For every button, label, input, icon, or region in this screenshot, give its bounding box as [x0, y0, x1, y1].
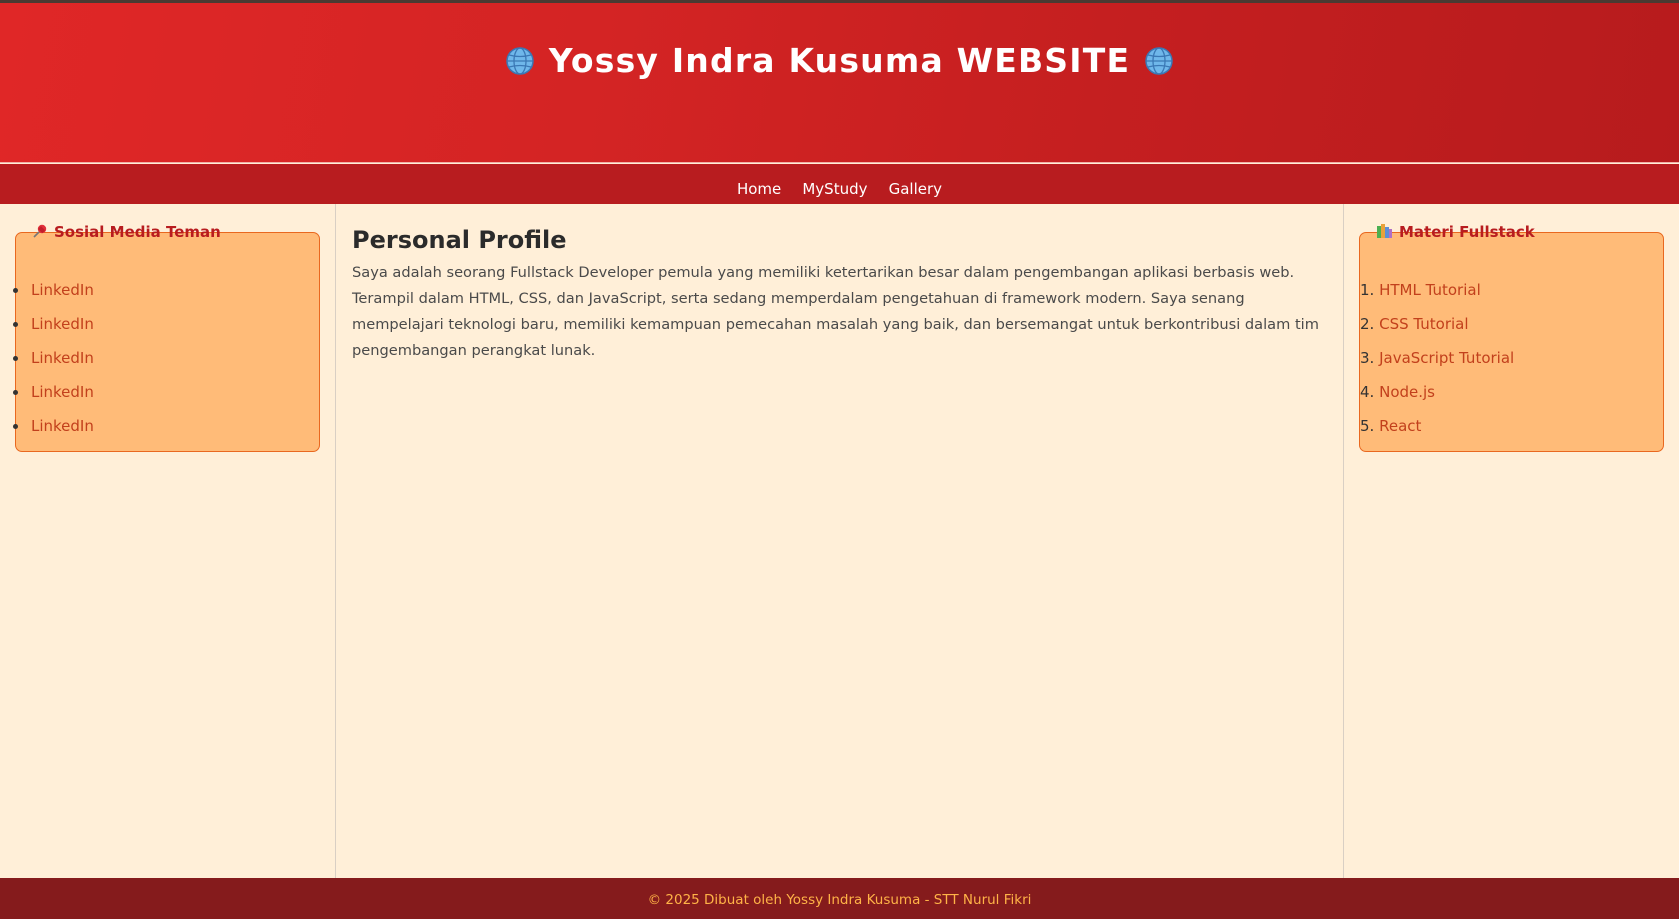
- list-number: 5.: [1360, 417, 1375, 435]
- linkedin-link[interactable]: LinkedIn: [31, 417, 94, 435]
- main-nav: Home MyStudy Gallery: [0, 164, 1679, 204]
- site-header: Yossy Indra Kusuma WEBSITE: [0, 3, 1679, 163]
- list-item: LinkedIn: [13, 341, 94, 375]
- fullstack-material-panel: Materi Fullstack 1. HTML Tutorial 2. CSS…: [1359, 223, 1664, 452]
- list-bullet: [13, 356, 18, 361]
- list-number: 4.: [1360, 383, 1375, 401]
- left-sidebar: Sosial Media Teman LinkedIn LinkedIn Lin…: [0, 204, 336, 878]
- list-bullet: [13, 322, 18, 327]
- right-sidebar: Materi Fullstack 1. HTML Tutorial 2. CSS…: [1343, 204, 1679, 878]
- social-media-title-text: Sosial Media Teman: [54, 223, 221, 241]
- html-tutorial-link[interactable]: HTML Tutorial: [1379, 281, 1481, 299]
- linkedin-link[interactable]: LinkedIn: [31, 281, 94, 299]
- list-bullet: [13, 288, 18, 293]
- list-item: LinkedIn: [13, 307, 94, 341]
- page: Yossy Indra Kusuma WEBSITE Home MyStudy …: [0, 0, 1679, 919]
- javascript-tutorial-link[interactable]: JavaScript Tutorial: [1379, 349, 1514, 367]
- list-number: 3.: [1360, 349, 1375, 367]
- nodejs-link[interactable]: Node.js: [1379, 383, 1435, 401]
- list-item: 2. CSS Tutorial: [1360, 307, 1514, 341]
- globe-icon: [1144, 45, 1174, 84]
- linkedin-link[interactable]: LinkedIn: [31, 349, 94, 367]
- list-number: 2.: [1360, 315, 1375, 333]
- css-tutorial-link[interactable]: CSS Tutorial: [1379, 315, 1468, 333]
- react-link[interactable]: React: [1379, 417, 1421, 435]
- footer-text: © 2025 Dibuat oleh Yossy Indra Kusuma - …: [647, 892, 1032, 908]
- list-number: 1.: [1360, 281, 1375, 299]
- profile-paragraph: Saya adalah seorang Fullstack Developer …: [352, 264, 1319, 359]
- social-media-panel-title: Sosial Media Teman: [32, 223, 221, 243]
- list-item: LinkedIn: [13, 375, 94, 409]
- list-item: LinkedIn: [13, 409, 94, 443]
- site-title-text: Yossy Indra Kusuma WEBSITE: [548, 41, 1131, 80]
- main-content: Personal Profile Saya adalah seorang Ful…: [336, 204, 1343, 878]
- linkedin-link[interactable]: LinkedIn: [31, 315, 94, 333]
- list-item: 4. Node.js: [1360, 375, 1514, 409]
- fullstack-panel-title: Materi Fullstack: [1376, 223, 1535, 243]
- books-icon: [1376, 223, 1393, 243]
- nav-home-link[interactable]: Home: [737, 180, 781, 198]
- list-bullet: [13, 390, 18, 395]
- nav-mystudy-link[interactable]: MyStudy: [802, 180, 867, 198]
- pushpin-icon: [32, 223, 48, 243]
- nav-gallery-link[interactable]: Gallery: [889, 180, 942, 198]
- site-title: Yossy Indra Kusuma WEBSITE: [0, 41, 1679, 84]
- nav-links: Home MyStudy Gallery: [0, 179, 1679, 198]
- list-item: 1. HTML Tutorial: [1360, 273, 1514, 307]
- list-item: LinkedIn: [13, 273, 94, 307]
- linkedin-link[interactable]: LinkedIn: [31, 383, 94, 401]
- fullstack-list: 1. HTML Tutorial 2. CSS Tutorial 3. Java…: [1360, 273, 1514, 443]
- globe-icon: [505, 45, 535, 84]
- list-bullet: [13, 424, 18, 429]
- social-media-list: LinkedIn LinkedIn LinkedIn LinkedIn Link…: [13, 273, 94, 443]
- list-item: 3. JavaScript Tutorial: [1360, 341, 1514, 375]
- social-media-panel: Sosial Media Teman LinkedIn LinkedIn Lin…: [13, 223, 320, 452]
- list-item: 5. React: [1360, 409, 1514, 443]
- site-footer: © 2025 Dibuat oleh Yossy Indra Kusuma - …: [0, 878, 1679, 919]
- page-title: Personal Profile: [352, 226, 567, 254]
- fullstack-title-text: Materi Fullstack: [1399, 223, 1535, 241]
